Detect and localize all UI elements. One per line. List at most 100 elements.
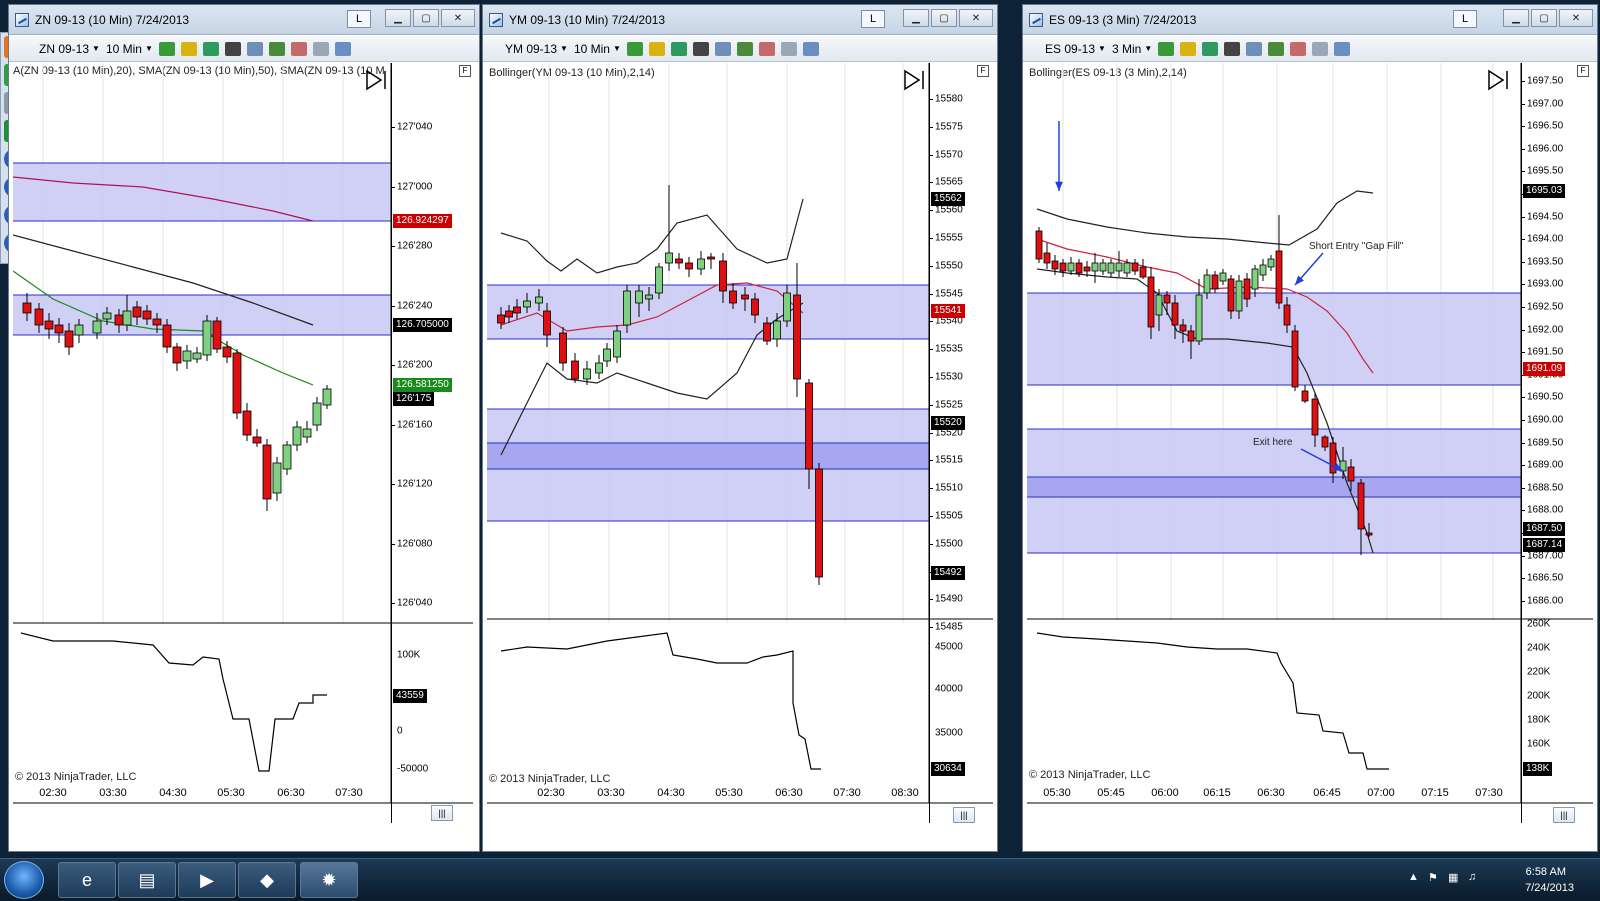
time-tick-label: 07:30 — [1475, 787, 1503, 799]
template-icon[interactable] — [802, 41, 819, 56]
candle-body — [497, 314, 505, 324]
price-tick-label: 1689.00 — [1527, 459, 1564, 471]
minimize-button[interactable]: ▁ — [1503, 9, 1529, 27]
flag-icon[interactable]: ⚑ — [1428, 871, 1438, 884]
crosshair-icon[interactable] — [224, 41, 241, 56]
instrument-dropdown[interactable]: ZN 09-13 ▼ — [39, 42, 100, 56]
minimize-button[interactable]: ▁ — [903, 9, 929, 27]
indicator-icon[interactable] — [670, 41, 687, 56]
interval-dropdown[interactable]: 3 Min ▼ — [1112, 42, 1152, 56]
close-button[interactable]: ✕ — [959, 9, 993, 27]
drawing-pencil-icon[interactable] — [1180, 41, 1197, 56]
properties-icon[interactable] — [780, 41, 797, 56]
file-explorer-icon[interactable]: ▤ — [118, 862, 176, 898]
indicator-icon[interactable] — [1202, 41, 1219, 56]
strategy-icon[interactable] — [758, 41, 775, 56]
clock-time[interactable]: 6:58 AM — [1526, 866, 1566, 878]
window-titlebar[interactable]: ZN 09-13 (10 Min) 7/24/2013 L ▁ ▢ ✕ — [9, 5, 479, 35]
axis-tick — [929, 265, 933, 267]
data-box-icon[interactable] — [1268, 41, 1285, 56]
window-titlebar[interactable]: ES 09-13 (3 Min) 7/24/2013 L ▁ ▢ ✕ — [1023, 5, 1597, 35]
bollinger-upper — [1036, 190, 1374, 246]
template-icon[interactable] — [334, 41, 351, 56]
crosshair-icon[interactable] — [692, 41, 709, 56]
network-icon[interactable]: ▦ — [1448, 871, 1458, 884]
zoom-icon[interactable] — [246, 41, 263, 56]
chart-area[interactable]: Bollinger(YM 09-13 (10 Min),2,14) F 1558… — [487, 63, 993, 823]
internet-explorer-icon[interactable]: e — [58, 862, 116, 898]
candle-body — [613, 330, 621, 358]
sr-zone — [487, 285, 929, 339]
drawing-pencil-icon[interactable] — [648, 41, 665, 56]
data-box-icon[interactable] — [268, 41, 285, 56]
settings-app-icon[interactable]: ✹ — [300, 862, 358, 898]
bar-type-icon[interactable] — [158, 41, 175, 56]
show-hidden-icons-icon[interactable]: ▲ — [1408, 871, 1419, 883]
price-tick-label: 15580 — [935, 93, 963, 105]
chart-area[interactable]: A(ZN 09-13 (10 Min),20), SMA(ZN 09-13 (1… — [13, 63, 473, 823]
chart-area[interactable]: Bollinger(ES 09-13 (3 Min),2,14) F 1697.… — [1027, 63, 1593, 823]
candle-body — [741, 294, 749, 300]
time-tick-label: 08:30 — [891, 787, 919, 799]
axis-tick — [929, 543, 933, 545]
price-axis[interactable]: 15580 15575 15570 15565 15560 15555 15550 15545… — [929, 63, 993, 823]
link-button[interactable]: L — [861, 10, 885, 28]
volume-tick-label: 0 — [397, 725, 403, 737]
scroll-handle[interactable]: ||| — [953, 807, 975, 823]
candle-body — [1365, 532, 1373, 536]
axis-tick — [929, 460, 933, 462]
strategy-icon[interactable] — [1290, 41, 1307, 56]
price-tick-label: 15490 — [935, 593, 963, 605]
close-button[interactable]: ✕ — [1559, 9, 1593, 27]
data-box-icon[interactable] — [736, 41, 753, 56]
zoom-icon[interactable] — [714, 41, 731, 56]
instrument-dropdown[interactable]: YM 09-13 ▼ — [505, 42, 568, 56]
close-button[interactable]: ✕ — [441, 9, 475, 27]
maximize-button[interactable]: ▢ — [931, 9, 957, 27]
price-tick-label: 1696.50 — [1527, 120, 1564, 132]
time-tick-label: 05:45 — [1097, 787, 1125, 799]
start-button[interactable] — [4, 861, 44, 899]
strategy-icon[interactable] — [290, 41, 307, 56]
candle-body — [152, 318, 162, 326]
instrument-label: ZN 09-13 — [39, 41, 90, 56]
minimize-button[interactable]: ▁ — [385, 9, 411, 27]
scroll-handle[interactable]: ||| — [431, 805, 453, 821]
link-button[interactable]: L — [1453, 10, 1477, 28]
maximize-button[interactable]: ▢ — [413, 9, 439, 27]
drawing-pencil-icon[interactable] — [180, 41, 197, 56]
price-tick-label: 1693.50 — [1527, 256, 1564, 268]
bar-type-icon[interactable] — [1158, 41, 1175, 56]
pointer-tool-icon[interactable] — [1224, 41, 1241, 56]
zoom-icon[interactable] — [1246, 41, 1263, 56]
play-end-icon — [904, 69, 921, 91]
ninjatrader-icon[interactable]: ◆ — [238, 862, 296, 898]
price-axis[interactable]: 1697.50 1697.00 1696.50 1696.00 1695.50 1695.… — [1521, 63, 1593, 823]
properties-icon[interactable] — [312, 41, 329, 56]
chart-window-ym[interactable]: YM 09-13 (10 Min) 7/24/2013 L ▁ ▢ ✕ YM 0… — [482, 4, 998, 852]
properties-icon[interactable] — [1312, 41, 1329, 56]
bar-type-icon[interactable] — [626, 41, 643, 56]
interval-dropdown[interactable]: 10 Min ▼ — [574, 42, 621, 56]
interval-dropdown[interactable]: 10 Min ▼ — [106, 42, 153, 56]
chart-window-es[interactable]: ES 09-13 (3 Min) 7/24/2013 L ▁ ▢ ✕ ES 09… — [1022, 4, 1598, 852]
indicator-icon[interactable] — [202, 41, 219, 56]
instrument-dropdown[interactable]: ES 09-13 ▼ — [1045, 42, 1106, 56]
volume-icon[interactable]: ♫ — [1468, 871, 1476, 883]
candle-body — [322, 388, 332, 406]
window-title: ZN 09-13 (10 Min) 7/24/2013 — [35, 12, 190, 27]
template-icon[interactable] — [1334, 41, 1351, 56]
volume-tag: 138K — [1523, 762, 1553, 776]
maximize-button[interactable]: ▢ — [1531, 9, 1557, 27]
price-tick-label: 15545 — [935, 288, 963, 300]
scroll-handle[interactable]: ||| — [1553, 807, 1575, 823]
chart-window-zn[interactable]: ZN 09-13 (10 Min) 7/24/2013 L ▁ ▢ ✕ ZN 0… — [8, 4, 480, 852]
time-tick-label: 07:30 — [335, 787, 363, 799]
window-titlebar[interactable]: YM 09-13 (10 Min) 7/24/2013 L ▁ ▢ ✕ — [483, 5, 997, 35]
clock-date[interactable]: 7/24/2013 — [1525, 882, 1574, 894]
candle-body — [595, 362, 603, 374]
media-player-icon[interactable]: ▶ — [178, 862, 236, 898]
link-button[interactable]: L — [347, 10, 371, 28]
price-tick-label: 15555 — [935, 232, 963, 244]
price-axis[interactable]: 127'040 127'000 126'280 126'240 126'200 126'1… — [391, 63, 473, 823]
